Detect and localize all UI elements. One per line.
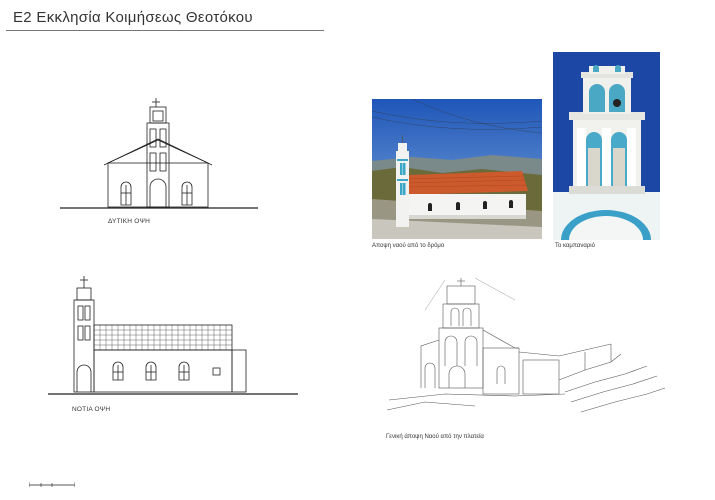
- square-view-sketch-caption: Γενική άποψη Ναού από την πλατεία: [386, 434, 484, 440]
- square-view-sketch: [386, 277, 666, 413]
- scale-bar: [29, 482, 75, 487]
- bell-tower-photo-caption: Το καμπαναριό: [555, 243, 595, 249]
- west-elevation-label: ΔΥΤΙΚΗ ΟΨΗ: [108, 218, 150, 225]
- title-underline: [6, 30, 324, 31]
- south-elevation-drawing: [48, 276, 298, 395]
- page-title: Ε2 Εκκλησία Κοιμήσεως Θεοτόκου: [13, 9, 253, 26]
- church-road-photo: [372, 99, 542, 239]
- west-elevation-drawing: [60, 98, 258, 209]
- bell-tower-photo: [553, 52, 660, 240]
- church-road-photo-caption: Αποψη ναού από το δρόμο: [372, 243, 445, 249]
- south-elevation-label: ΝΟΤΙΑ ΟΨΗ: [72, 406, 111, 413]
